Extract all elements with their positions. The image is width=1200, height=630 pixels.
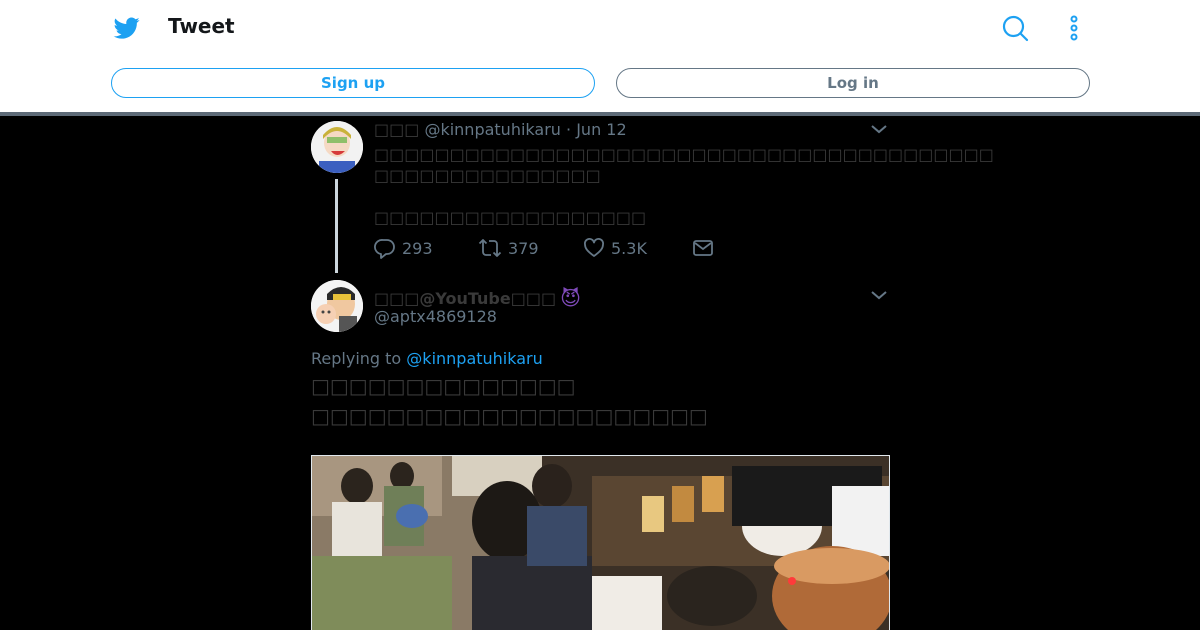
tweet-photo-image [312,456,889,630]
tweet-text-line: □□□□□□□□□□□□□□□□□□□□□□□□□□□□□□□□□□□□□□□□… [374,145,994,164]
devil-emoji-icon: 😈 [560,286,581,310]
tweet-text-line: □□□□□□□□□□□□□□□□□□ [374,208,647,227]
like-action[interactable]: 5.3K [583,236,647,260]
retweet-action[interactable]: 379 [478,236,539,260]
thread-connector [335,179,338,273]
author-handle[interactable]: @kinnpatuhikaru [424,120,560,139]
avatar-image [311,121,363,173]
header-divider [0,112,1200,116]
replying-to-handle[interactable]: @kinnpatuhikaru [406,349,542,368]
author-name[interactable]: □□□ [374,120,419,139]
author-name-mid: @YouTube [419,288,511,308]
envelope-icon [693,240,713,256]
top-bar: Tweet Sign up Log in [0,0,1200,112]
tweet-text-spacer [374,186,994,207]
avatar[interactable] [311,121,363,173]
author-handle[interactable]: @aptx4869128 [374,307,497,326]
meta-separator: · [566,120,572,139]
more-vertical-icon[interactable] [1064,14,1084,42]
chevron-down-icon[interactable] [870,289,888,301]
retweet-icon [478,239,502,257]
page-title: Tweet [168,14,235,38]
author-name-suffix: □□□ [510,288,557,308]
heart-icon [584,238,604,257]
chevron-down-icon[interactable] [870,123,888,135]
tweet-photo[interactable] [311,455,890,630]
sign-up-button[interactable]: Sign up [111,68,595,98]
direct-message-action[interactable] [692,236,720,260]
reply-count: 293 [402,238,433,258]
reply-action[interactable]: 293 [374,236,433,260]
like-count: 5.3K [611,238,647,258]
avatar-image [311,280,363,332]
tweet-text-line: □□□□□□□□□□□□□□□ [374,166,601,185]
retweet-count: 379 [508,238,539,258]
author-name-prefix: □□□ [374,288,420,308]
tweet-date[interactable]: Jun 12 [576,120,626,139]
replying-to: Replying to @kinnpatuhikaru [311,349,543,368]
reply-icon [374,239,395,259]
tweet-text-line: □□□□□□□□□□□□□□ [311,374,576,398]
twitter-bird-icon[interactable] [113,15,141,41]
log-in-button[interactable]: Log in [616,68,1090,98]
avatar[interactable] [311,280,363,332]
search-icon[interactable] [1001,14,1029,42]
tweet-text-line: □□□□□□□□□□□□□□□□□□□□□ [311,404,708,428]
replying-to-label: Replying to [311,349,402,368]
tweet-text: □□□□□□□□□□□□□□□□□□□□□□□□□□□□□□□□□□□□□□□□… [374,144,994,228]
tweet-meta: □□□ @kinnpatuhikaru · Jun 12 [374,120,627,139]
